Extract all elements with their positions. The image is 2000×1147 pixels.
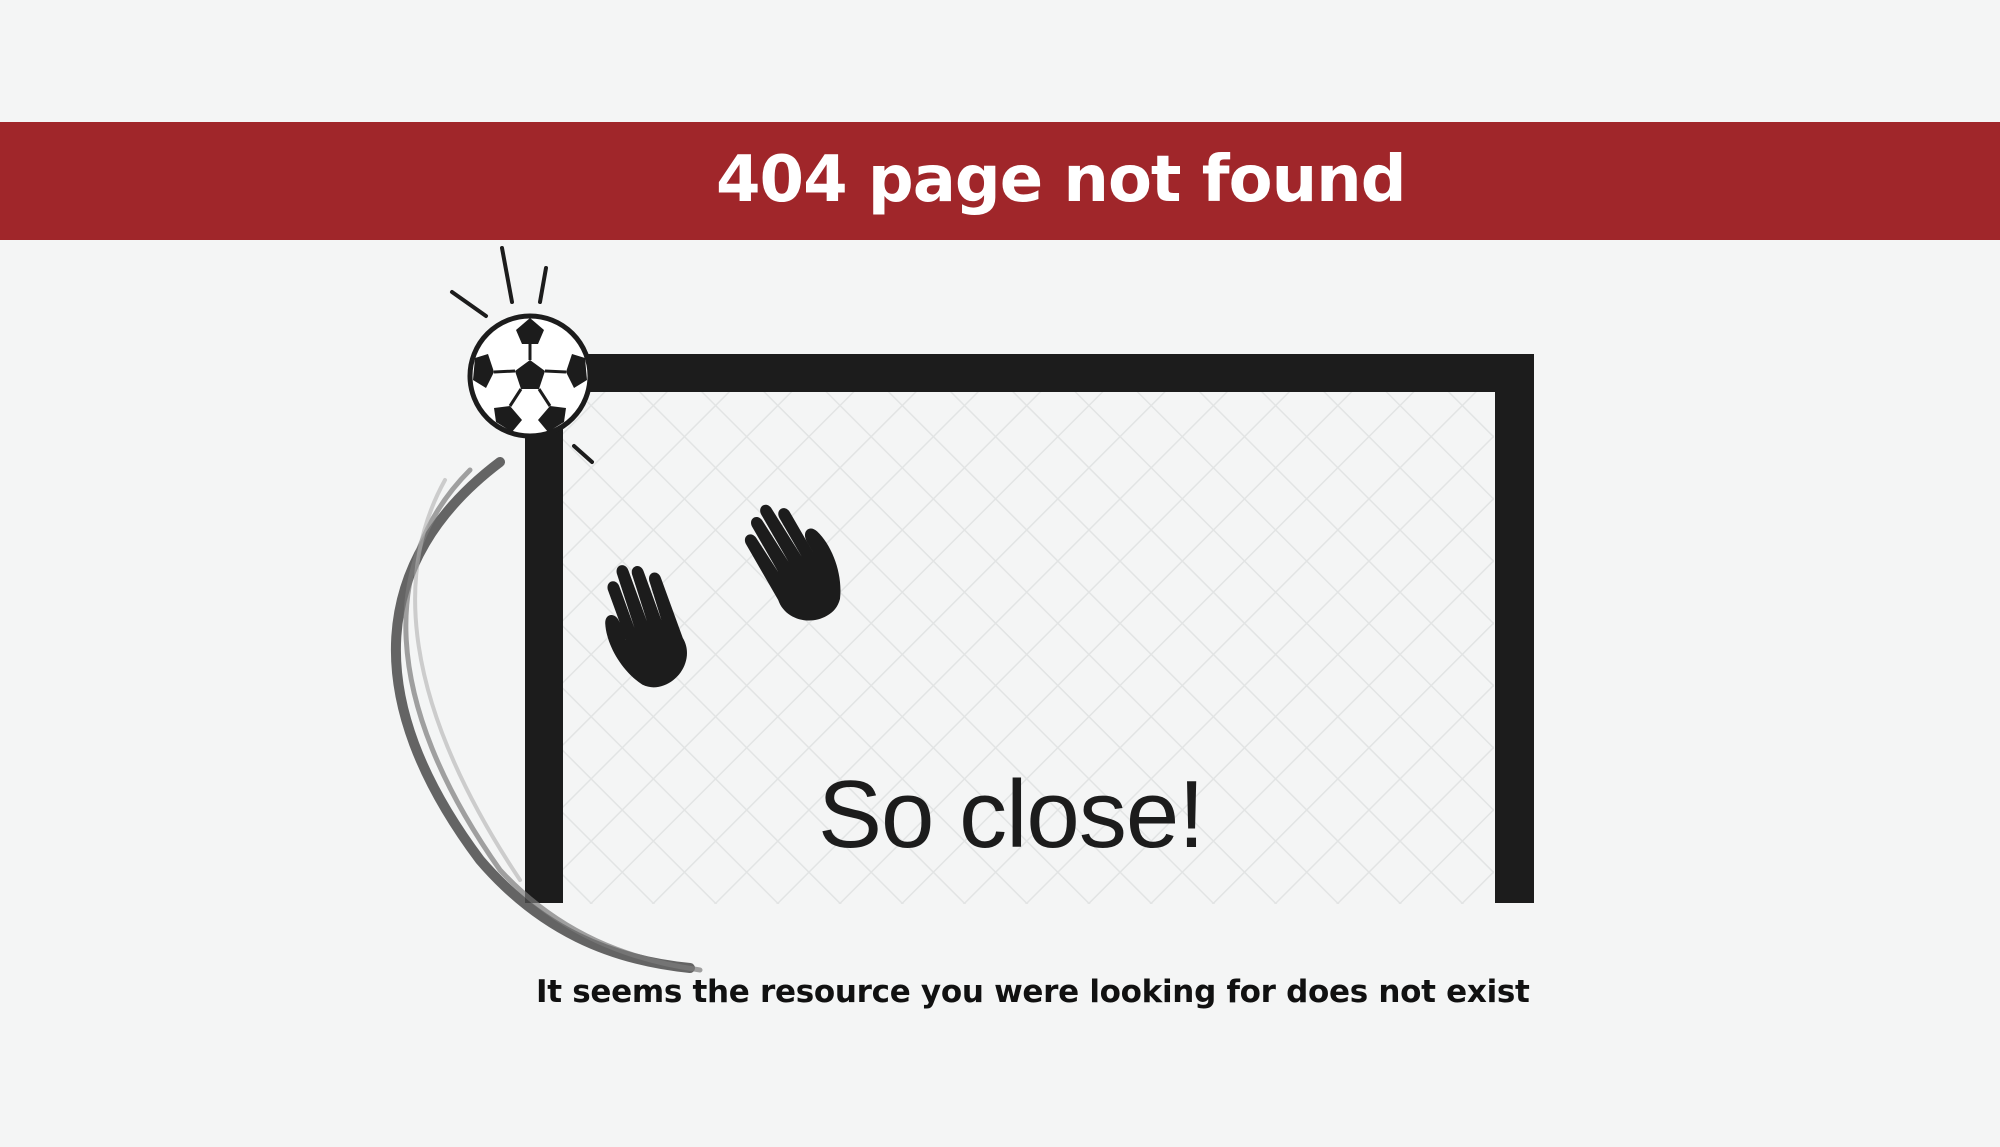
not-found-page: 404 page not found So close! It seems th… bbox=[0, 0, 2000, 1147]
soccer-ball-icon bbox=[467, 313, 593, 439]
so-close-caption: So close! bbox=[818, 761, 1205, 868]
error-message: It seems the resource you were looking f… bbox=[536, 974, 1530, 1010]
